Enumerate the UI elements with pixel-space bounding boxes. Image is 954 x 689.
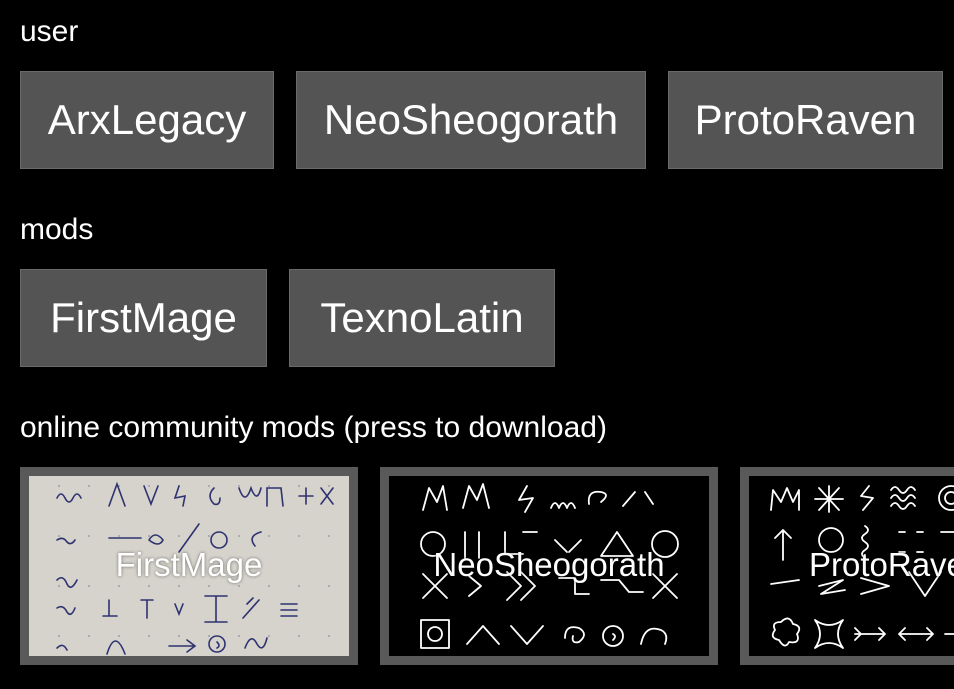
protoraven-card-title: ProtoRaven	[809, 546, 954, 584]
community-card-firstmage[interactable]: FirstMage	[20, 467, 358, 665]
neosheogorath-thumbnail: NeoSheogorath	[389, 476, 709, 656]
mods-button-firstmage[interactable]: FirstMage	[20, 269, 267, 367]
mods-section-label: mods	[20, 213, 94, 246]
user-section-label: user	[20, 15, 79, 48]
firstmage-thumbnail: FirstMage	[29, 476, 349, 656]
user-button-arxlegacy[interactable]: ArxLegacy	[20, 71, 274, 169]
community-section-label: online community mods (press to download…	[20, 411, 607, 444]
mods-button-texnolatin[interactable]: TexnoLatin	[289, 269, 555, 367]
firstmage-card-title: FirstMage	[115, 546, 263, 584]
community-card-neosheogorath[interactable]: NeoSheogorath	[380, 467, 718, 665]
user-button-neosheogorath[interactable]: NeoSheogorath	[296, 71, 646, 169]
neosheogorath-card-title: NeoSheogorath	[433, 546, 665, 584]
user-button-protoraven[interactable]: ProtoRaven	[668, 71, 943, 169]
protoraven-thumbnail: ProtoRaven	[749, 476, 954, 656]
community-card-protoraven[interactable]: ProtoRaven	[740, 467, 954, 665]
